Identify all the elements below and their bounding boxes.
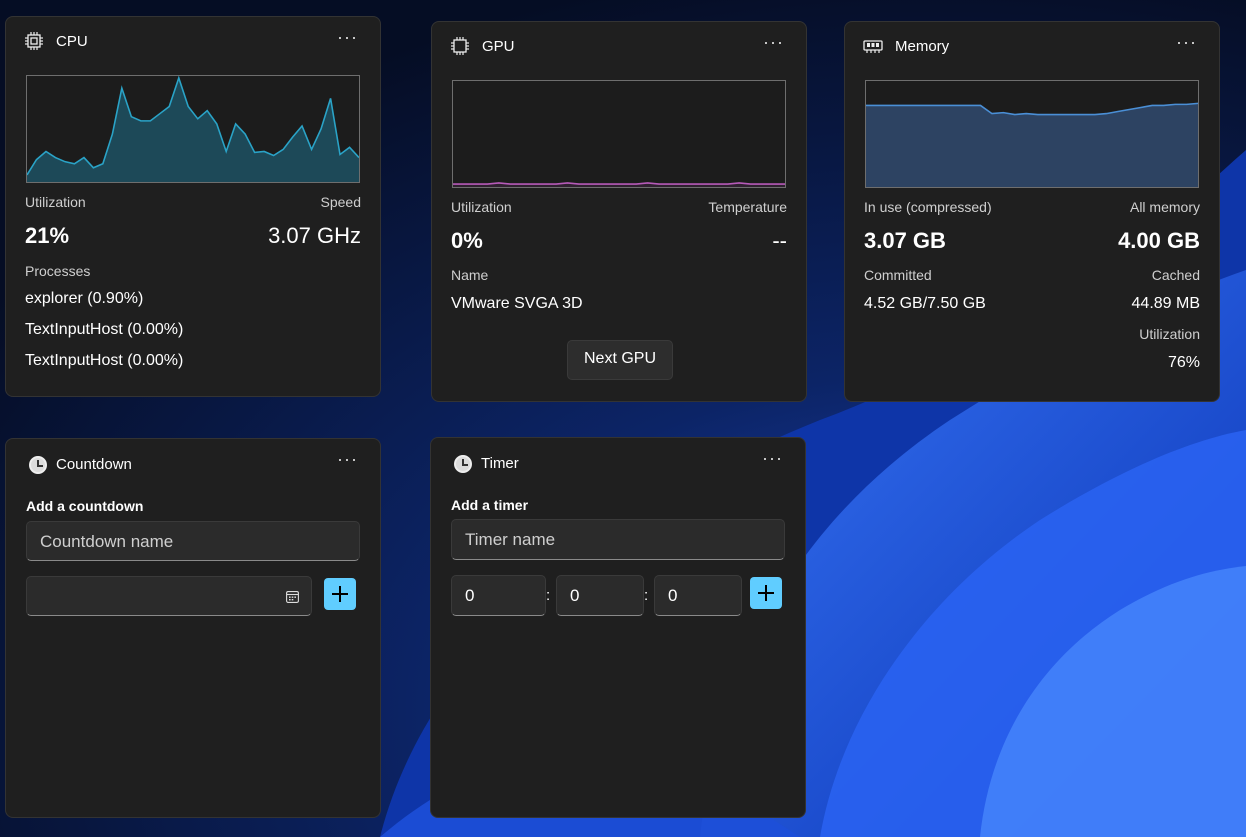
gpu-utilization-value: 0%: [451, 228, 483, 253]
add-countdown-label: Add a countdown: [26, 498, 144, 514]
clock-icon: [454, 455, 472, 473]
memory-cached-value: 44.89 MB: [1131, 295, 1200, 312]
timer-seconds-value: 0: [668, 586, 678, 605]
gpu-temperature-value: --: [772, 228, 787, 253]
add-timer-button[interactable]: [750, 577, 782, 609]
gpu-utilization-label: Utilization: [451, 199, 512, 215]
memory-history-area: [866, 103, 1198, 187]
memory-committed-value: 4.52 GB/7.50 GB: [864, 295, 986, 312]
countdown-date-picker[interactable]: [26, 576, 312, 616]
cpu-speed-label: Speed: [320, 194, 361, 210]
memory-widget: Memory ··· In use (compressed) All memor…: [844, 21, 1220, 402]
gpu-utilization-chart: [452, 80, 786, 188]
process-item: explorer (0.90%): [25, 290, 144, 307]
memory-all-value: 4.00 GB: [1118, 228, 1200, 253]
time-separator: :: [546, 587, 551, 604]
gpu-widget: GPU ··· Utilization Temperature 0% -- Na…: [431, 21, 807, 402]
more-icon[interactable]: ···: [1176, 32, 1197, 52]
cpu-history-area: [27, 77, 359, 182]
cpu-utilization-value: 21%: [25, 223, 70, 248]
countdown-name-input[interactable]: Countdown name: [26, 521, 360, 561]
memory-inuse-value: 3.07 GB: [864, 228, 946, 253]
memory-committed-label: Committed: [864, 267, 932, 283]
gpu-history-line: [453, 182, 785, 185]
timer-name-placeholder: Timer name: [465, 530, 556, 549]
cpu-utilization-label: Utilization: [25, 194, 86, 210]
add-countdown-button[interactable]: [324, 578, 356, 610]
timer-widget: Timer ··· Add a timer Timer name 0 : 0 :…: [430, 437, 806, 818]
process-item: TextInputHost (0.00%): [25, 352, 184, 369]
cpu-speed-value: 3.07 GHz: [268, 223, 361, 248]
time-separator: :: [644, 587, 649, 604]
more-icon[interactable]: ···: [337, 449, 358, 469]
memory-utilization-label: Utilization: [1139, 326, 1200, 342]
countdown-widget: Countdown ··· Add a countdown Countdown …: [5, 438, 381, 818]
cpu-widget-header: CPU ···: [6, 17, 380, 65]
timer-widget-header: Timer ···: [431, 438, 805, 486]
process-item: TextInputHost (0.00%): [25, 321, 184, 338]
next-gpu-button[interactable]: Next GPU: [567, 340, 673, 380]
gpu-name-label: Name: [451, 267, 489, 283]
memory-utilization-value: 76%: [1167, 354, 1200, 371]
memory-all-label: All memory: [1129, 199, 1200, 215]
countdown-name-placeholder: Countdown name: [40, 532, 174, 551]
gpu-temperature-label: Temperature: [708, 199, 787, 215]
memory-icon: [863, 40, 883, 53]
timer-hours-value: 0: [465, 586, 475, 605]
memory-inuse-label: In use (compressed): [864, 199, 992, 215]
timer-widget-title: Timer: [481, 455, 519, 472]
cpu-processes-label: Processes: [25, 263, 91, 279]
chip-icon: [25, 32, 43, 50]
more-icon[interactable]: ···: [337, 27, 358, 47]
gpu-name-value: VMware SVGA 3D: [451, 295, 583, 312]
timer-name-input[interactable]: Timer name: [451, 519, 785, 560]
countdown-widget-header: Countdown ···: [6, 439, 380, 487]
cpu-utilization-chart: [26, 75, 360, 183]
gpu-widget-header: GPU ···: [432, 22, 806, 70]
timer-hours-input[interactable]: 0: [451, 575, 546, 616]
timer-seconds-input[interactable]: 0: [654, 575, 742, 616]
clock-icon: [29, 456, 47, 474]
memory-widget-title: Memory: [895, 38, 950, 55]
countdown-widget-title: Countdown: [56, 456, 132, 473]
calendar-icon: [286, 591, 299, 603]
cpu-widget-title: CPU: [56, 33, 88, 50]
chip-icon: [451, 37, 469, 55]
memory-usage-chart: [865, 80, 1199, 188]
add-timer-label: Add a timer: [451, 497, 529, 513]
more-icon[interactable]: ···: [763, 32, 784, 52]
more-icon[interactable]: ···: [762, 448, 783, 468]
timer-minutes-value: 0: [570, 586, 580, 605]
cpu-widget: CPU ··· Utilization Speed 21% 3.07 GHz P…: [5, 16, 381, 397]
timer-minutes-input[interactable]: 0: [556, 575, 644, 616]
memory-cached-label: Cached: [1151, 267, 1200, 283]
memory-widget-header: Memory ···: [845, 22, 1219, 70]
gpu-widget-title: GPU: [482, 38, 515, 55]
